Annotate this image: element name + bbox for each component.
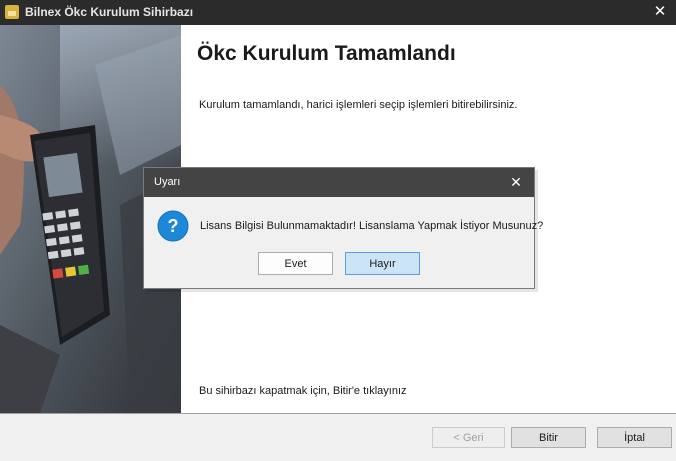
warning-dialog: Uyarı ✕ ? Lisans Bilgisi Bulunmamaktadır…: [143, 167, 543, 289]
back-button[interactable]: < Geri: [432, 427, 505, 448]
dialog-titlebar: Uyarı ✕: [144, 168, 534, 197]
page-description: Kurulum tamamlandı, harici işlemleri seç…: [199, 99, 518, 111]
window-title: Bilnex Ökc Kurulum Sihirbazı: [25, 5, 194, 19]
yes-button[interactable]: Evet: [258, 252, 333, 275]
cancel-button[interactable]: İptal: [597, 427, 672, 448]
window-titlebar: Bilnex Ökc Kurulum Sihirbazı ✕: [0, 0, 676, 25]
app-icon: [5, 5, 19, 19]
dialog-close-icon[interactable]: ✕: [506, 172, 526, 192]
no-button[interactable]: Hayır: [345, 252, 420, 275]
finish-button[interactable]: Bitir: [511, 427, 586, 448]
question-icon: ?: [157, 210, 189, 242]
svg-text:?: ?: [168, 216, 179, 236]
page-title: Ökc Kurulum Tamamlandı: [197, 42, 456, 65]
window-close-icon[interactable]: ✕: [650, 2, 670, 22]
dialog-title: Uyarı: [154, 176, 181, 188]
wizard-button-bar: < Geri Bitir İptal: [0, 414, 676, 461]
dialog-message: Lisans Bilgisi Bulunmamaktadır! Lisansla…: [200, 220, 544, 232]
finish-instruction: Bu sihirbazı kapatmak için, Bitir'e tıkl…: [199, 385, 407, 397]
